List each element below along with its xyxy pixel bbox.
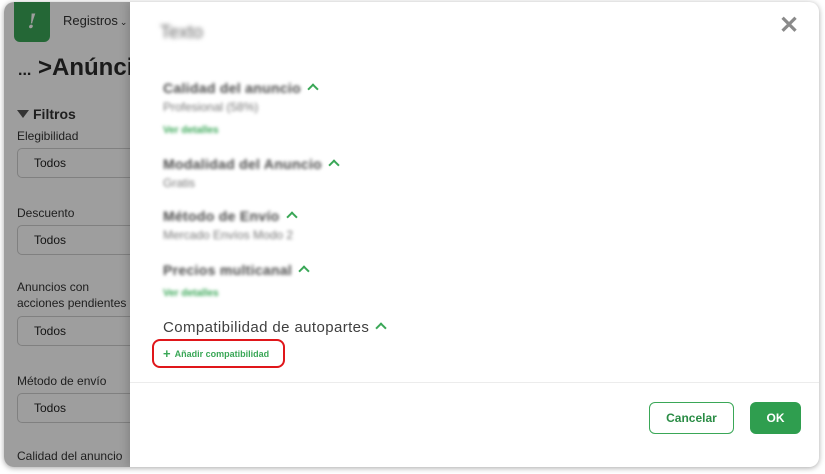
modal-title: Texto — [160, 22, 204, 42]
section-precios: Precios multicanal Ver detalles — [163, 262, 310, 299]
compat-section-title: Compatibilidad de autopartes — [163, 319, 370, 336]
section-envio-title: Método de Envío — [163, 208, 280, 224]
compat-section-header[interactable]: Compatibilidad de autopartes — [163, 319, 387, 336]
section-calidad-link[interactable]: Ver detalles — [163, 125, 317, 136]
section-calidad-title: Calidad del anuncio — [163, 80, 301, 96]
chevron-up-icon — [307, 83, 319, 95]
close-icon[interactable]: ✕ — [775, 12, 803, 40]
window-frame: ! Registros ⌄ ... >Anúncios Filtros Elegi… — [4, 2, 819, 467]
section-precios-title: Precios multicanal — [163, 262, 293, 278]
add-compatibility-label: Añadir compatibilidad — [174, 349, 270, 359]
chevron-up-icon — [375, 322, 387, 334]
section-precios-header[interactable]: Precios multicanal — [163, 262, 310, 278]
chevron-up-icon — [328, 159, 340, 171]
section-modalidad-title: Modalidad del Anuncio — [163, 156, 323, 172]
chevron-up-icon — [298, 265, 310, 277]
section-calidad-header[interactable]: Calidad del anuncio — [163, 80, 319, 96]
add-compatibility-button[interactable]: + Añadir compatibilidad — [152, 339, 285, 368]
chevron-up-icon — [285, 211, 298, 223]
section-envio-header[interactable]: Método de Envío — [163, 208, 298, 224]
ok-button[interactable]: OK — [750, 402, 801, 434]
section-modalidad: Modalidad del Anuncio Gratis — [163, 156, 340, 190]
section-calidad-value: Profesional (58%) — [163, 100, 259, 114]
footer-divider — [130, 382, 819, 383]
modal-overlay[interactable] — [4, 2, 130, 467]
section-calidad: Calidad del anuncio Profesional (58%) Ve… — [163, 80, 319, 136]
background-app: ! Registros ⌄ ... >Anúncios Filtros Elegi… — [4, 2, 161, 467]
cancel-button[interactable]: Cancelar — [649, 402, 734, 434]
section-envio: Método de Envío Mercado Envíos Modo 2 — [163, 208, 298, 242]
details-modal: Texto ✕ Calidad del anuncio Profesional … — [130, 2, 819, 467]
section-modalidad-header[interactable]: Modalidad del Anuncio — [163, 156, 340, 172]
section-modalidad-value: Gratis — [163, 176, 196, 190]
plus-icon: + — [163, 346, 171, 361]
section-envio-value: Mercado Envíos Modo 2 — [163, 228, 294, 242]
section-precios-link[interactable]: Ver detalles — [163, 288, 308, 299]
